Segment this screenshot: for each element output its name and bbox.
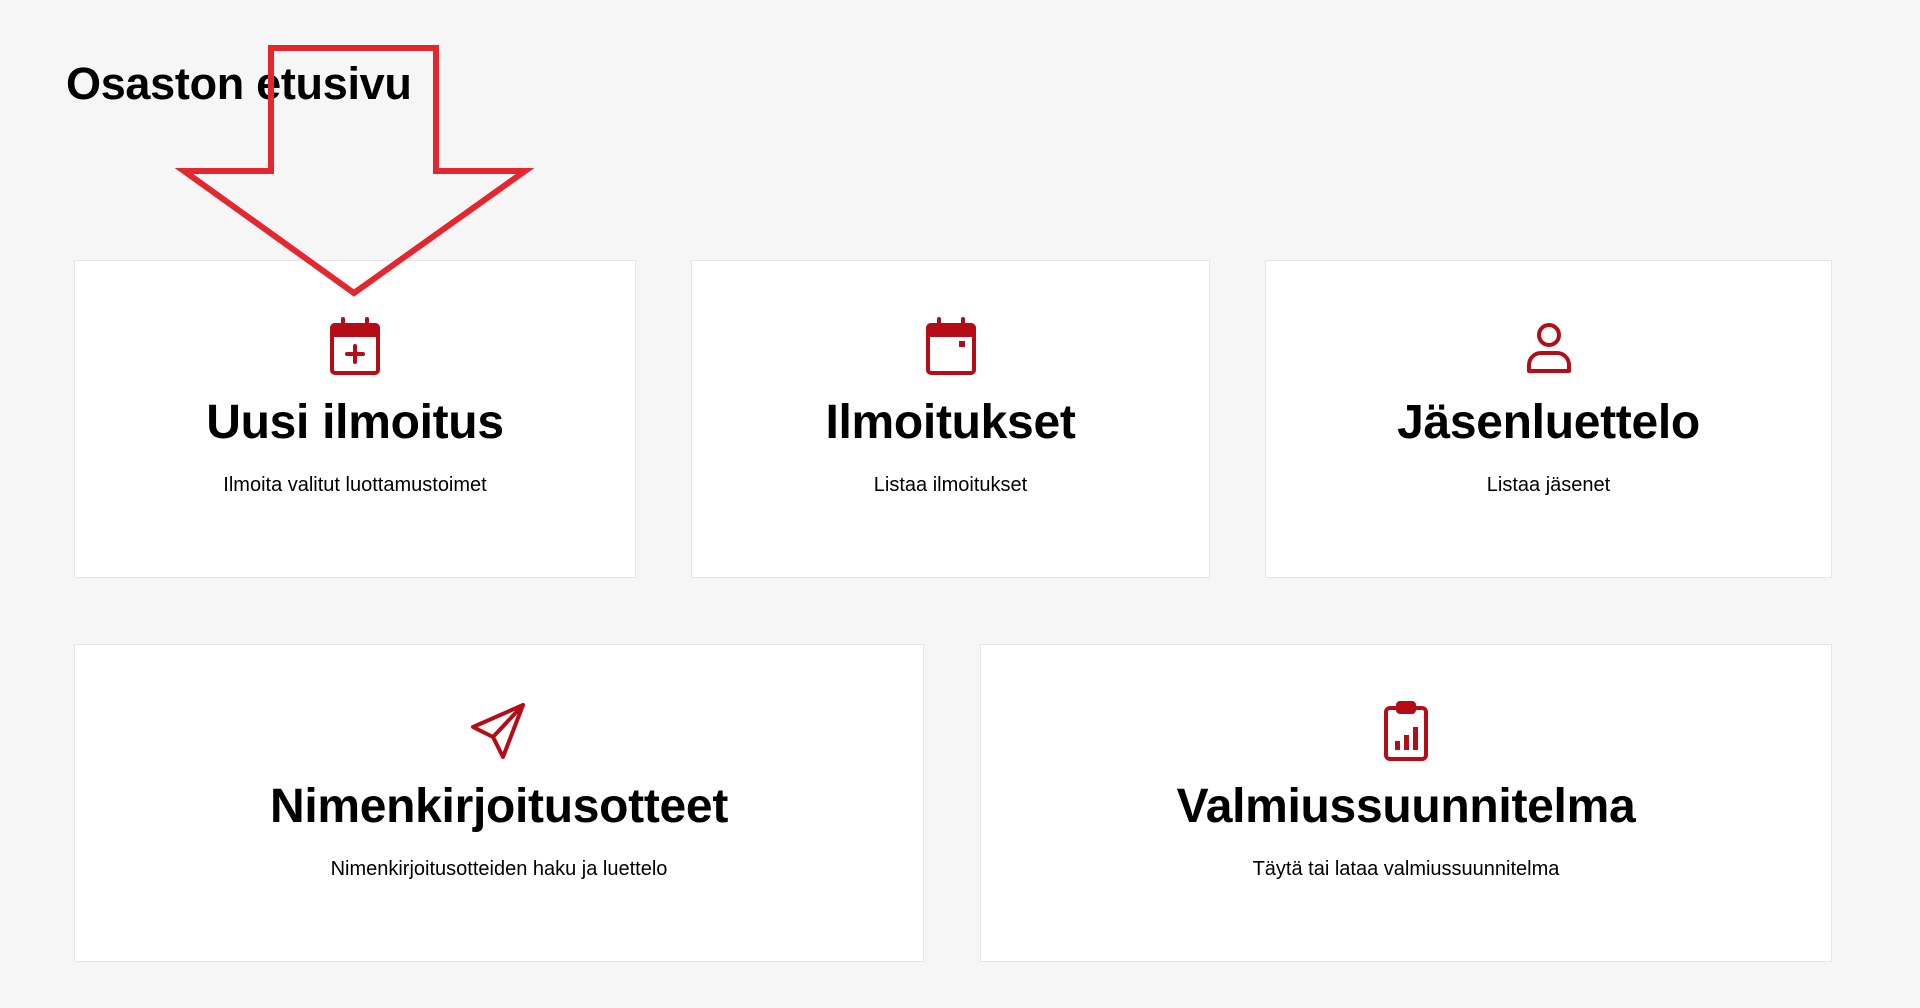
card-notifications[interactable]: Ilmoitukset Listaa ilmoitukset [691,260,1210,578]
card-new-notification[interactable]: Uusi ilmoitus Ilmoita valitut luottamust… [74,260,636,578]
card-description: Nimenkirjoitusotteiden haku ja luettelo [330,858,668,880]
card-description: Listaa ilmoitukset [873,474,1028,496]
card-description: Täytä tai lataa valmiussuunnitelma [1252,858,1560,880]
calendar-icon [919,315,983,379]
card-description: Ilmoita valitut luottamustoimet [223,474,487,496]
card-signature-extracts[interactable]: Nimenkirjoitusotteet Nimenkirjoitusottei… [74,644,924,962]
page-title: Osaston etusivu [66,58,412,109]
user-icon [1517,315,1581,379]
card-title: Valmiussuunnitelma [1176,780,1636,833]
card-title: Uusi ilmoitus [206,396,504,449]
card-title: Ilmoitukset [825,396,1076,449]
card-description: Listaa jäsenet [1486,474,1611,496]
card-member-list[interactable]: Jäsenluettelo Listaa jäsenet [1265,260,1832,578]
card-title: Nimenkirjoitusotteet [269,780,729,833]
card-title: Jäsenluettelo [1397,396,1700,449]
page: Osaston etusivu Uusi ilmoitus Ilmoita va… [0,0,1920,1008]
clipboard-chart-icon [1374,699,1438,763]
card-preparedness-plan[interactable]: Valmiussuunnitelma Täytä tai lataa valmi… [980,644,1832,962]
paper-plane-icon [467,699,531,763]
calendar-plus-icon [323,315,387,379]
